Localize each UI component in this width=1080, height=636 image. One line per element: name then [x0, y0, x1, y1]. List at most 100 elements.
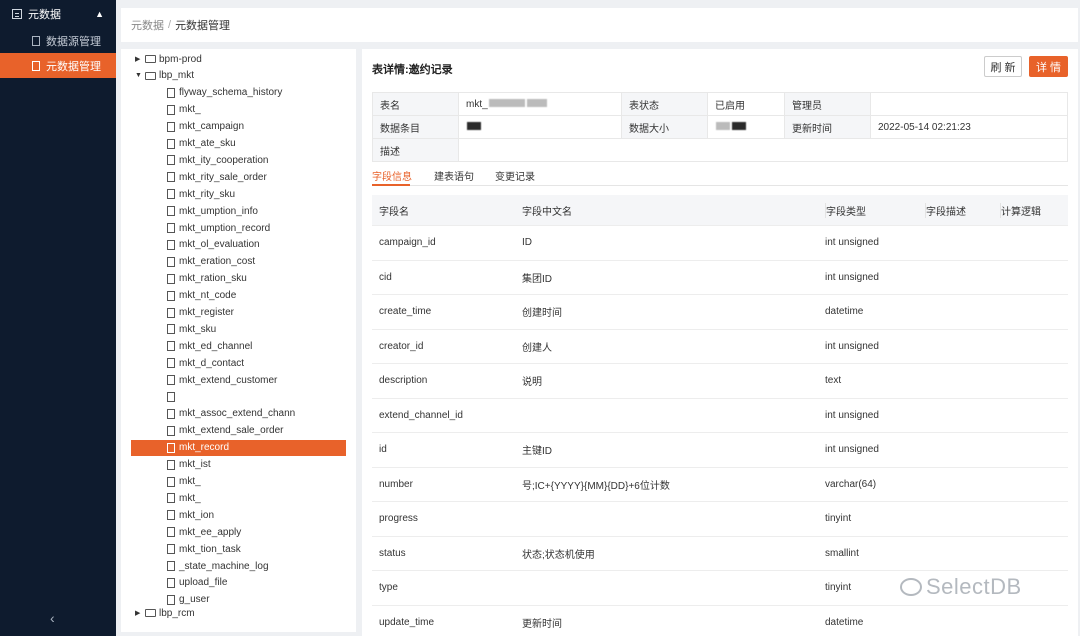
folder-icon: [145, 609, 156, 617]
collapse-sidebar-icon[interactable]: ‹: [50, 610, 55, 626]
tree-table-node[interactable]: mkt_campaign: [167, 119, 244, 135]
info-key: 更新时间: [784, 115, 871, 139]
caret-down-icon[interactable]: ▼: [135, 72, 145, 79]
column-header: 计算逻辑: [1000, 202, 1068, 218]
tree-table-node[interactable]: mkt_umption_record: [167, 220, 270, 236]
tree-database-node[interactable]: ▼ lbp_mkt: [135, 68, 194, 84]
tree-node-label: bpm-prod: [159, 53, 202, 65]
tree-table-node[interactable]: mkt_ist: [167, 457, 211, 473]
table-cell: datetime: [825, 306, 864, 318]
chevron-up-icon: ▲: [95, 9, 104, 19]
info-value: 已启用: [707, 92, 785, 116]
detail-tabs: 字段信息 建表语句 变更记录: [372, 164, 1068, 186]
tree-node-label: mkt_umption_record: [179, 222, 271, 234]
table-info-grid: 表名 mkt_ 表状态 已启用 管理员 数据条目 数据大小 更新时间 2022-…: [372, 92, 1068, 162]
breadcrumb-separator: /: [168, 19, 172, 31]
table-cell: 创建时间: [522, 308, 562, 320]
tree-node-label: mkt_: [179, 104, 201, 116]
tree-table-node[interactable]: flyway_schema_history: [167, 85, 282, 101]
info-value: [458, 138, 1068, 162]
table-cell: update_time: [379, 616, 435, 628]
tree-node-label: mkt_tion_task: [179, 543, 241, 555]
tree-table-node[interactable]: mkt_ol_evaluation: [167, 237, 260, 253]
tree-table-node[interactable]: mkt_umption_info: [167, 203, 258, 219]
tab-field-info[interactable]: 字段信息: [372, 168, 412, 183]
details-button[interactable]: 详 情: [1029, 56, 1068, 77]
document-icon: [167, 594, 175, 605]
tree-table-node[interactable]: mkt_ate_sku: [167, 136, 236, 152]
tree-node-label: _state_machine_log: [179, 560, 269, 572]
sidebar-group-metadata[interactable]: 元数据 ▲: [0, 0, 116, 28]
tree-table-node[interactable]: mkt_nt_code: [167, 288, 236, 304]
tree-table-node[interactable]: _state_machine_log: [167, 558, 269, 574]
info-value: [870, 92, 1068, 116]
tree-database-node[interactable]: ▶ lbp_rcm: [135, 605, 195, 621]
table-detail-panel: 表详情:邀约记录 刷 新 详 情 表名 mkt_ 表状态 已启用 管理员 数据条…: [362, 49, 1078, 636]
document-icon: [167, 392, 175, 402]
table-cell: cid: [379, 271, 392, 283]
tree-table-node[interactable]: mkt_d_contact: [167, 355, 244, 371]
tree-table-node[interactable]: mkt_: [167, 102, 201, 118]
tree-node-label: g_user: [179, 594, 210, 606]
table-cell: progress: [379, 513, 418, 525]
breadcrumb-parent[interactable]: 元数据: [131, 17, 164, 33]
table-header-row: 字段名 字段中文名 字段类型 字段描述 计算逻辑: [372, 195, 1068, 226]
tree-node-label: mkt_register: [179, 307, 235, 318]
tree-node-label: mkt_rity_sku: [179, 188, 236, 200]
tree-table-node[interactable]: mkt_ration_sku: [167, 271, 247, 287]
tree-table-node[interactable]: mkt_ity_cooperation: [167, 152, 269, 168]
tree-table-node[interactable]: mkt_ion: [167, 507, 214, 523]
table-cell: int unsigned: [825, 340, 879, 352]
table-cell: 号;IC+{YYYY}{MM}{DD}+6位计数: [522, 480, 670, 492]
column-header: 字段描述: [925, 202, 995, 218]
tree-database-node[interactable]: ▶ bpm-prod: [135, 51, 202, 67]
tab-create-statement[interactable]: 建表语句: [434, 168, 474, 183]
document-icon: [167, 375, 175, 386]
sidebar-item-metadata-manage[interactable]: 元数据管理: [0, 53, 116, 78]
tree-table-node[interactable]: mkt_eration_cost: [167, 254, 255, 270]
tree-table-node[interactable]: mkt_register: [167, 305, 234, 321]
tree-node-label: mkt_ration_sku: [179, 273, 247, 285]
tree-table-node[interactable]: mkt_: [167, 490, 201, 506]
document-icon: [167, 87, 175, 98]
sidebar-item-label: 元数据管理: [46, 60, 101, 73]
tree-table-node[interactable]: [167, 389, 179, 405]
tree-table-node[interactable]: mkt_sku: [167, 321, 216, 337]
tree-table-node[interactable]: mkt_record: [131, 439, 346, 456]
tree-table-node[interactable]: mkt_rity_sku: [167, 186, 235, 202]
document-icon: [167, 459, 175, 470]
table-cell: 说明: [522, 377, 542, 389]
table-cell: datetime: [825, 616, 864, 628]
tree-node-label: upload_file: [179, 577, 228, 589]
tree-node-label: mkt_sku: [179, 323, 217, 335]
tree-node-label: mkt_campaign: [179, 121, 245, 133]
tab-change-log[interactable]: 变更记录: [495, 168, 535, 183]
document-icon: [167, 425, 175, 436]
tree-table-node[interactable]: mkt_assoc_extend_chann: [167, 406, 295, 422]
caret-right-icon[interactable]: ▶: [135, 55, 145, 63]
table-row: progress tinyint: [372, 502, 1068, 537]
tree-table-node[interactable]: mkt_extend_sale_order: [167, 423, 284, 439]
tree-table-node[interactable]: mkt_rity_sale_order: [167, 169, 267, 185]
caret-right-icon[interactable]: ▶: [135, 609, 145, 617]
tree-table-node[interactable]: mkt_ee_apply: [167, 524, 241, 540]
tree-table-node[interactable]: mkt_extend_customer: [167, 372, 277, 388]
table-cell: description: [379, 375, 428, 387]
tree-table-node[interactable]: mkt_: [167, 474, 201, 490]
tree-table-node[interactable]: upload_file: [167, 575, 227, 591]
tree-node-label: mkt_umption_info: [179, 205, 258, 217]
tree-node-label: mkt_rity_sale_order: [179, 171, 267, 183]
tree-table-node[interactable]: mkt_ed_channel: [167, 338, 252, 354]
table-row: create_time 创建时间 datetime: [372, 295, 1068, 330]
table-cell: smallint: [825, 547, 859, 559]
sidebar-item-datasource[interactable]: 数据源管理: [0, 28, 116, 53]
folder-icon: [145, 55, 156, 63]
tree-node-label: flyway_schema_history: [179, 87, 283, 99]
tree-node-label: mkt_ee_apply: [179, 526, 242, 538]
refresh-button[interactable]: 刷 新: [984, 56, 1022, 77]
tree-table-node[interactable]: mkt_tion_task: [167, 541, 241, 557]
document-icon: [167, 206, 175, 217]
table-row: id 主键ID int unsigned: [372, 433, 1068, 468]
active-tab-indicator: [372, 184, 410, 186]
fields-table: 字段名 字段中文名 字段类型 字段描述 计算逻辑 campaign_id ID in…: [372, 195, 1068, 636]
